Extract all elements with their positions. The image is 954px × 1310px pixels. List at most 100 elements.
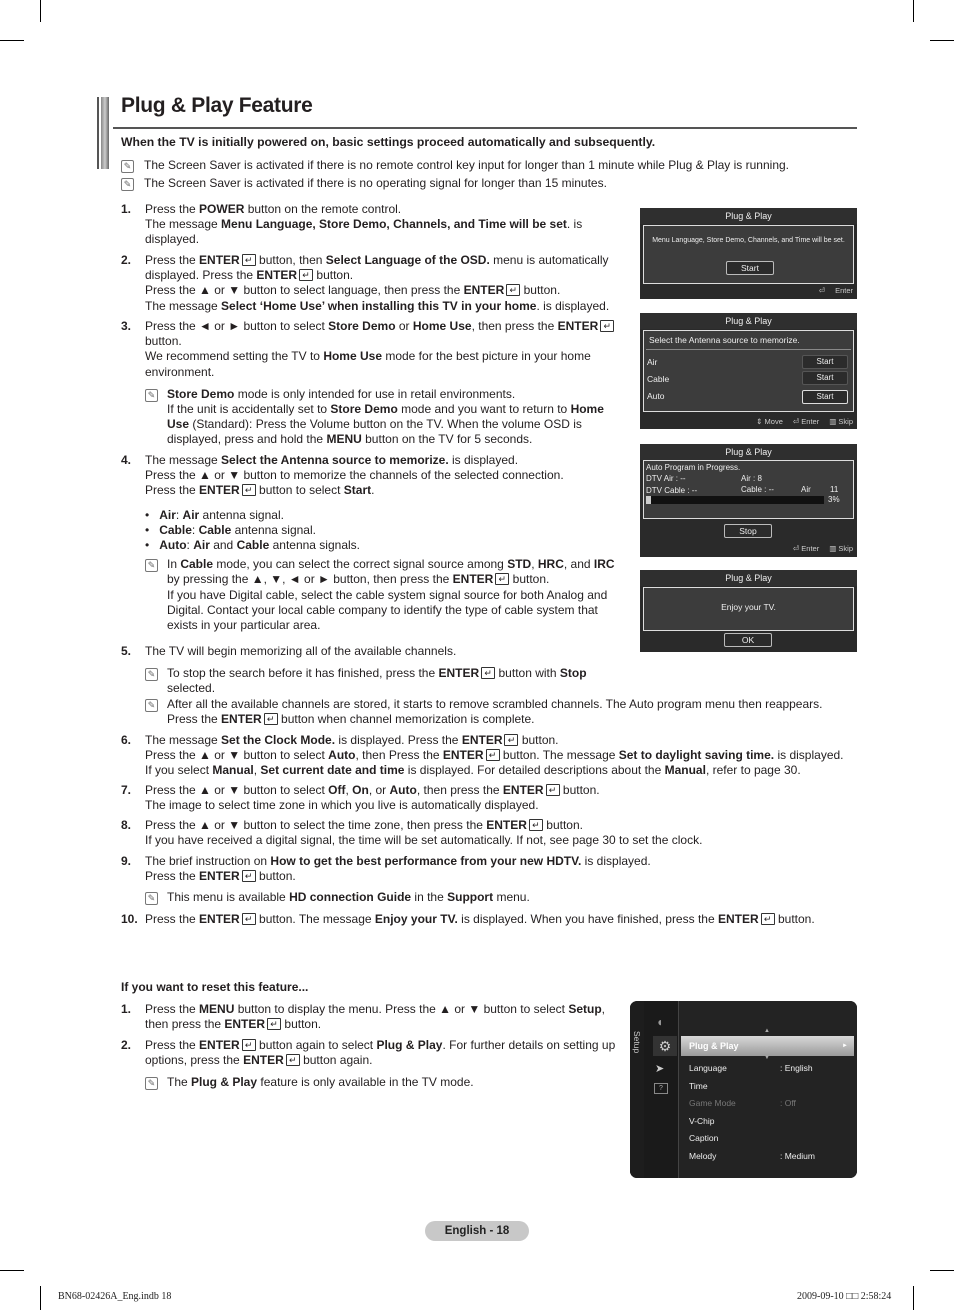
enter-icon: ↵	[241, 254, 256, 266]
osd-enjoy: Plug & Play Enjoy your TV. OK	[640, 570, 857, 652]
input-icon[interactable]: ➤	[655, 1062, 664, 1075]
note-text: The Screen Saver is activated if there i…	[144, 158, 789, 172]
menu-rail	[630, 1001, 644, 1178]
antenna-option-auto: Auto	[647, 391, 665, 401]
note-icon: ✎	[145, 698, 158, 712]
progress-fill	[646, 496, 652, 504]
support-icon[interactable]: ?	[654, 1083, 668, 1094]
osd-plug-play-start: Plug & Play Menu Language, Store Demo, C…	[640, 208, 857, 299]
note-icon: ✎	[121, 160, 134, 173]
step-number: 3.	[121, 319, 132, 333]
step-number: 2.	[121, 1038, 132, 1052]
list-item: • Cable: Cable antenna signal.	[145, 522, 316, 537]
intro-text: When the TV is initially powered on, bas…	[121, 135, 656, 149]
osd-title: Plug & Play	[640, 444, 857, 460]
antenna-option-cable: Cable	[647, 374, 670, 384]
menu-item-melody[interactable]: Melody	[689, 1151, 716, 1161]
menu-icon-column: ◖ ⚙ ➤ ?	[644, 1001, 679, 1178]
stop-button[interactable]: Stop	[724, 524, 772, 538]
file-slug: BN68-02426A_Eng.indb 18	[58, 1291, 172, 1302]
air-start-button[interactable]: Start	[802, 355, 848, 369]
step-4: 4. The message Select the Antenna source…	[121, 453, 621, 633]
scroll-up-icon[interactable]: ▲	[764, 1028, 770, 1034]
title-decoration	[97, 97, 109, 169]
note-text: The Screen Saver is activated if there i…	[144, 176, 607, 190]
program-status: Auto Program in Progress.	[646, 463, 741, 472]
note-icon: ✎	[145, 668, 158, 682]
cable-count: Cable : --	[741, 485, 774, 494]
enter-icon: ↵	[481, 667, 496, 680]
auto-start-button[interactable]: Start	[802, 390, 848, 404]
scroll-down-icon[interactable]: ▼	[764, 1055, 770, 1061]
cable-start-button[interactable]: Start	[802, 371, 848, 385]
picture-icon[interactable]: ◖	[656, 1015, 663, 1029]
timestamp-slug: 2009-09-10 □□ 2:58:24	[797, 1291, 892, 1302]
menu-item-plug-play[interactable]: Plug & Play ►	[681, 1036, 854, 1056]
menu-item-language[interactable]: Language	[689, 1063, 727, 1073]
crop-mark	[930, 40, 954, 41]
step-number: 10.	[121, 912, 138, 926]
note: ✎ The Plug & Play feature is only availa…	[145, 1075, 616, 1091]
ok-button[interactable]: OK	[724, 633, 772, 647]
crop-mark	[930, 1270, 954, 1271]
menu-item-game-mode: Game Mode	[689, 1098, 736, 1108]
enter-icon: ⏎	[792, 417, 800, 426]
note: ✎ After all the available channels are s…	[145, 697, 857, 727]
enter-icon: ⏎	[792, 544, 800, 553]
note: ✎ The Screen Saver is activated if there…	[121, 176, 607, 191]
menu-value: : Medium	[780, 1151, 815, 1161]
menu-value: : English	[780, 1063, 813, 1073]
step-6: 6. The message Set the Clock Mode. is di…	[121, 733, 844, 778]
progress-bar	[646, 496, 824, 504]
menu-value: : Off	[780, 1098, 796, 1108]
dtv-air-count: DTV Air : --	[646, 474, 686, 483]
enter-icon: ↵	[299, 269, 314, 282]
note-icon: ✎	[121, 178, 134, 191]
note: ✎ In Cable mode, you can select the corr…	[145, 557, 621, 633]
osd-title: Plug & Play	[640, 313, 857, 329]
enter-icon: ↵	[241, 870, 256, 883]
step-number: 2.	[121, 253, 132, 267]
note-icon: ✎	[145, 892, 158, 906]
crop-mark	[40, 0, 41, 22]
osd-message: Enjoy your TV.	[721, 602, 776, 612]
enter-icon: ↵	[545, 784, 560, 796]
step-7: 7. Press the ▲ or ▼ button to select Off…	[121, 783, 600, 813]
step-number: 6.	[121, 733, 132, 747]
osd-title: Plug & Play	[640, 570, 857, 586]
osd-message: Select the Antenna source to memorize.	[646, 331, 851, 350]
menu-item-v-chip[interactable]: V-Chip	[689, 1116, 715, 1126]
progress-percent: 3%	[828, 495, 840, 504]
gear-icon[interactable]: ⚙	[653, 1036, 677, 1056]
step-3: 3. Press the ◄ or ► button to select Sto…	[121, 319, 621, 448]
crop-mark	[0, 40, 24, 41]
skip-icon: ▥	[829, 544, 837, 553]
start-button[interactable]: Start	[726, 261, 774, 275]
enter-icon: ↵	[241, 913, 256, 925]
osd-footer: ⇕ Move ⏎ Enter ▥ Skip	[756, 417, 853, 426]
enter-icon: ⏎	[818, 286, 826, 295]
air-count: Air : 8	[741, 474, 762, 483]
antenna-list: • Air: Air antenna signal. • Cable: Cable …	[145, 508, 621, 554]
enter-icon: ↵	[528, 819, 543, 831]
menu-item-caption[interactable]: Caption	[689, 1133, 718, 1143]
reset-heading: If you want to reset this feature...	[121, 980, 309, 994]
step-2: 2. Press the ENTER ↵ button, then Select …	[121, 253, 610, 313]
enter-icon: ↵	[241, 1039, 256, 1051]
step-number: 8.	[121, 818, 132, 832]
reset-step-2: 2. Press the ENTER ↵ button again to sele…	[121, 1038, 616, 1091]
osd-message: Menu Language, Store Demo, Channels, and…	[652, 237, 845, 244]
skip-icon: ▥	[829, 417, 837, 426]
osd-footer: ⏎ Enter	[818, 286, 853, 295]
note-icon: ✎	[145, 559, 158, 573]
step-5: 5. The TV will begin memorizing all of t…	[121, 644, 857, 727]
move-icon: ⇕	[756, 417, 763, 426]
crop-mark	[913, 1286, 914, 1310]
list-item: • Auto: Air and Cable antenna signals.	[145, 538, 360, 553]
note: ✎ This menu is available HD connection G…	[145, 890, 861, 906]
enter-icon: ↵	[263, 712, 278, 725]
enter-icon: ↵	[504, 734, 519, 746]
menu-item-time[interactable]: Time	[689, 1081, 708, 1091]
note-icon: ✎	[145, 388, 158, 402]
step-number: 7.	[121, 783, 132, 797]
